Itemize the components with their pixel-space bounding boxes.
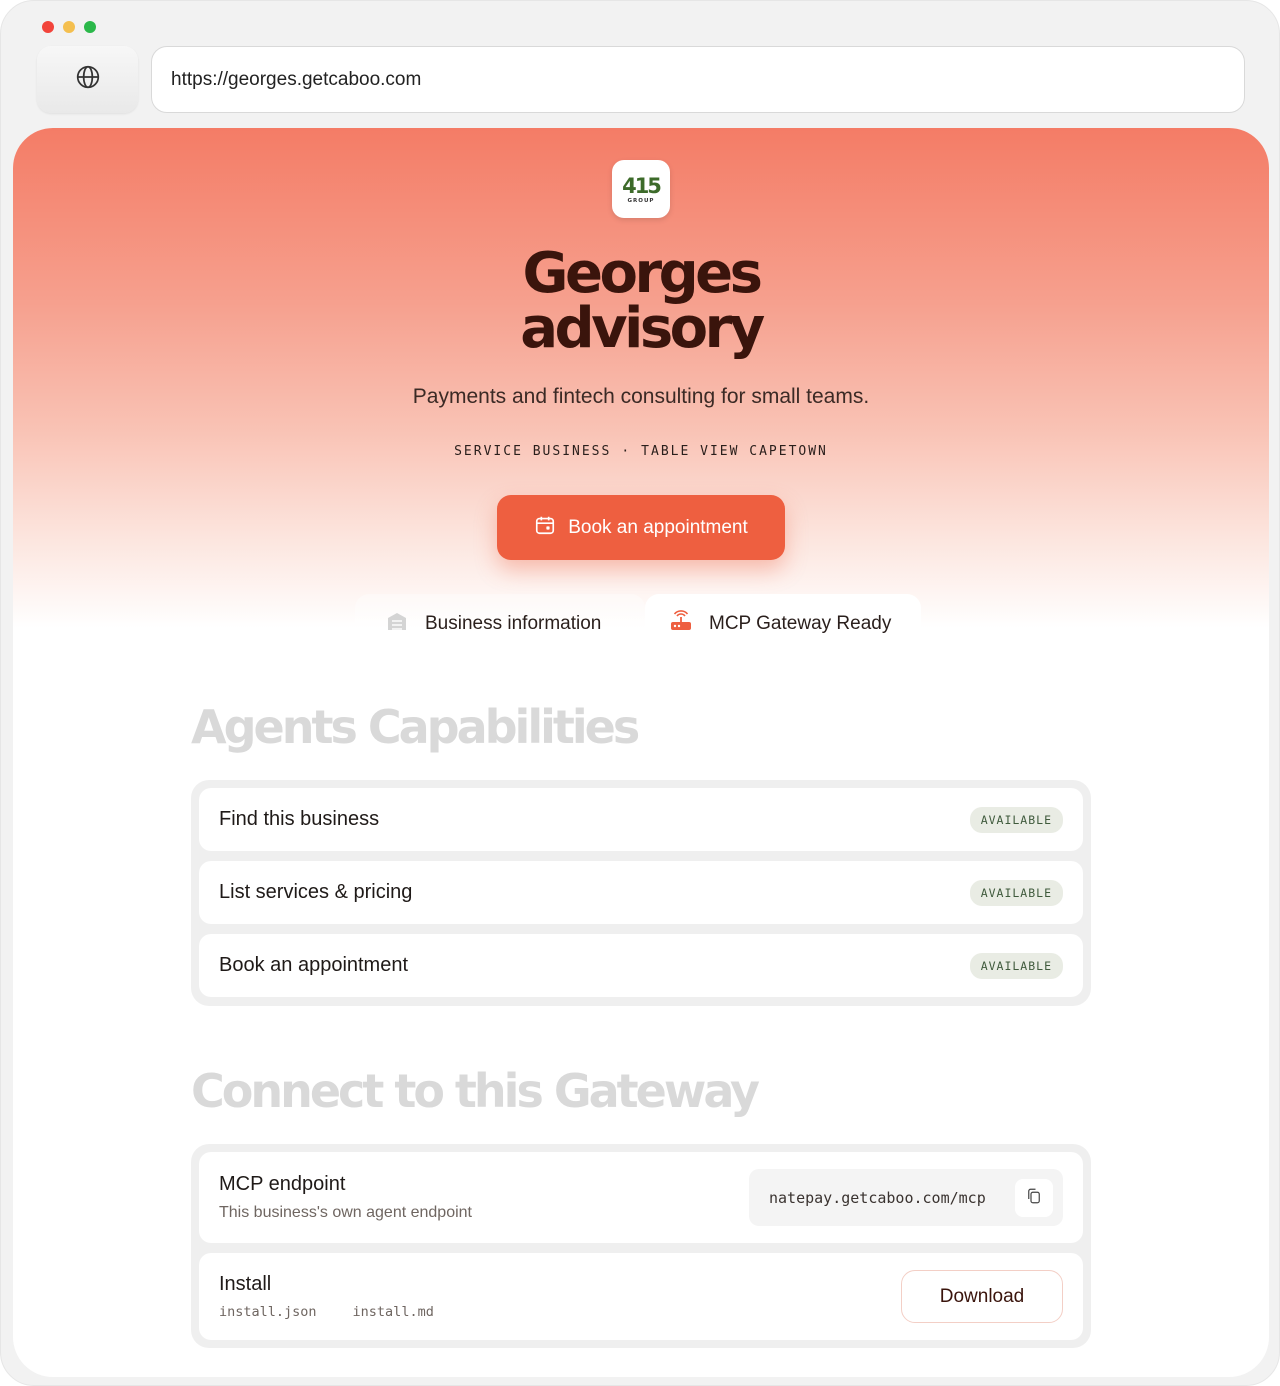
logo-number: 415 [622,174,661,198]
browser-window: https://georges.getcaboo.com 415 GROUP G… [0,0,1280,1386]
business-logo: 415 GROUP [612,160,670,218]
web-page: 415 GROUP Georges advisory Payments and … [13,128,1269,1377]
capabilities-panel: Find this business AVAILABLE List servic… [191,780,1091,1006]
status-badge: AVAILABLE [969,806,1063,833]
install-label: Install [219,1273,272,1295]
business-location: TABLE VIEW CAPETOWN [641,444,828,459]
close-window-button[interactable] [42,21,54,33]
meta-separator: · [621,444,632,459]
router-icon [669,609,693,639]
copy-endpoint-button[interactable] [1015,1178,1053,1217]
capability-label: Book an appointment [219,954,409,976]
gateway-panel: MCP endpoint This business's own agent e… [191,1144,1091,1348]
business-name-line1: Georges [522,241,763,306]
business-meta: SERVICE BUSINESS · TABLE VIEW CAPETOWN [13,444,1269,459]
status-badge: AVAILABLE [969,952,1063,979]
mcp-endpoint-field[interactable]: natepay.getcaboo.com/mcp [749,1169,1063,1226]
capability-row: Book an appointment AVAILABLE [199,934,1083,997]
address-bar[interactable]: https://georges.getcaboo.com [151,46,1245,113]
book-appointment-button[interactable]: Book an appointment [497,495,785,560]
site-info-button[interactable] [37,46,138,113]
install-json-link[interactable]: install.json [219,1304,317,1320]
info-tabs: Business information MCP Gateway Ready [355,594,921,654]
status-badge: AVAILABLE [969,879,1063,906]
download-button[interactable]: Download [901,1270,1063,1323]
tab-label: Business information [425,613,602,634]
install-md-link[interactable]: install.md [353,1304,434,1320]
building-icon [385,609,409,639]
tab-mcp-gateway[interactable]: MCP Gateway Ready [645,594,921,654]
minimize-window-button[interactable] [63,21,75,33]
calendar-icon [534,514,556,542]
mcp-endpoint-value: natepay.getcaboo.com/mcp [769,1188,986,1207]
mcp-endpoint-texts: MCP endpoint This business's own agent e… [219,1173,472,1222]
window-controls [42,21,96,33]
globe-icon [75,64,101,95]
book-appointment-label: Book an appointment [568,516,748,538]
capability-label: Find this business [219,808,380,830]
business-category: SERVICE BUSINESS [454,444,612,459]
mcp-endpoint-row: MCP endpoint This business's own agent e… [199,1152,1083,1243]
tab-label: MCP Gateway Ready [709,613,892,634]
business-name: Georges advisory [13,241,1269,361]
capability-label: List services & pricing [219,881,413,903]
capability-row: Find this business AVAILABLE [199,788,1083,851]
gateway-title: Connect to this Gateway [191,1064,760,1118]
url-text: https://georges.getcaboo.com [171,68,422,90]
logo-subtext: GROUP [628,198,655,204]
tab-business-information[interactable]: Business information [355,594,645,654]
capabilities-title: Agents Capabilities [191,700,640,754]
business-tagline: Payments and fintech consulting for smal… [412,385,870,408]
copy-icon [1025,1187,1043,1209]
install-row: Install install.json install.md Download [199,1253,1083,1340]
business-name-line2: advisory [520,296,765,361]
mcp-endpoint-label: MCP endpoint [219,1173,346,1195]
capability-row: List services & pricing AVAILABLE [199,861,1083,924]
install-texts: Install install.json install.md [219,1273,434,1320]
maximize-window-button[interactable] [84,21,96,33]
install-files: install.json install.md [219,1304,434,1320]
mcp-endpoint-description: This business's own agent endpoint [219,1204,472,1221]
